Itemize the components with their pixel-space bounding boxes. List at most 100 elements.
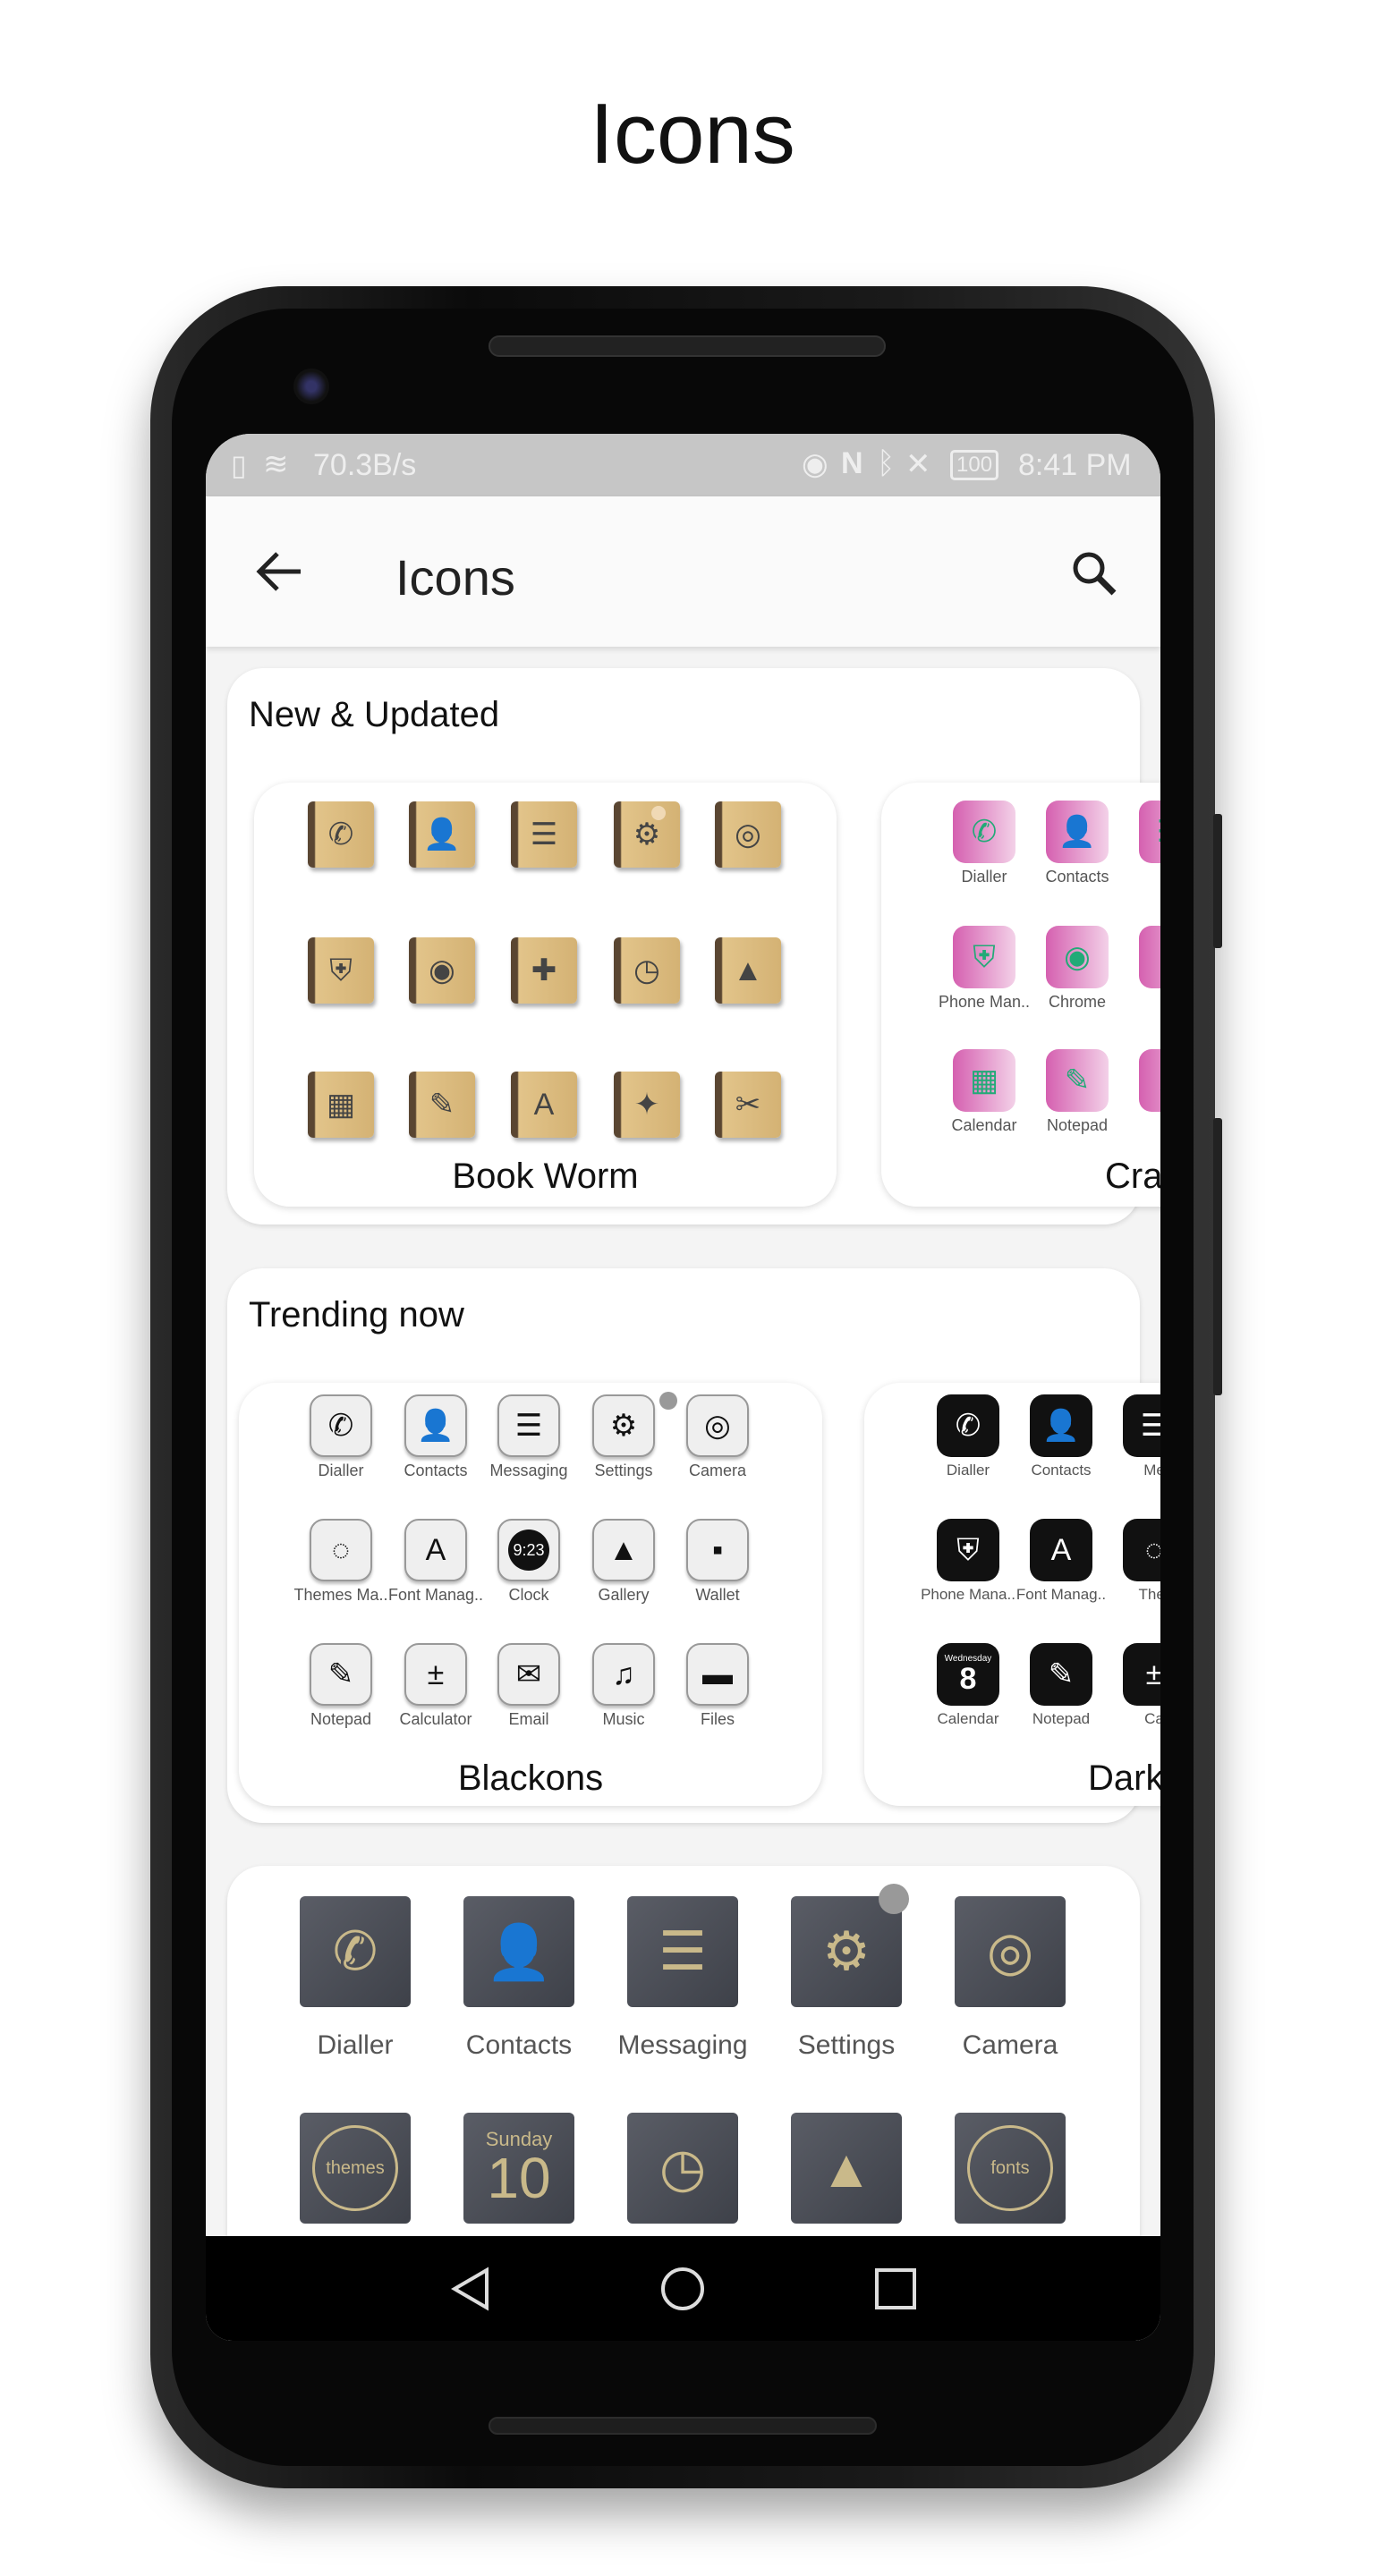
clock-icon: ◷ [627,2113,738,2224]
font-icon: A [511,1072,577,1138]
update-badge [879,1884,909,1914]
calculator-icon: ± [404,1643,467,1706]
icon-label: Ther [1138,1586,1160,1603]
update-badge [659,1392,677,1410]
calendar-wednesday-8-icon: Wednesday 8 [937,1643,999,1706]
power-button [1213,1118,1222,1395]
icon-label: Files [700,1710,735,1728]
messaging-icon: ☰ [1139,801,1160,863]
gamepad-icon: ✚ [511,937,577,1004]
shield-icon: ⛨ [308,937,374,1004]
app-bar: Icons [206,496,1160,647]
contacts-icon: 👤 [409,801,475,868]
notepad-icon: ✎ [1046,1049,1109,1112]
icon-label: Dialler [317,2030,394,2060]
camera-icon: ◎ [686,1394,749,1457]
themes-icon: themes [300,2113,411,2224]
recents-icon[interactable] [873,2267,918,2311]
wifi-icon: ≋ [263,447,289,481]
camera-icon: ◎ [955,1896,1066,2007]
earpiece-speaker [489,335,886,357]
icon-label: Camera [962,2030,1058,2060]
contacts-icon: 👤 [463,1896,574,2007]
shield-icon: ⛨ [953,926,1015,988]
messaging-icon: ☰ [627,1896,738,2007]
calendar-icon: ▦ [308,1072,374,1138]
icon-label: Fo [1090,1116,1160,1135]
page-title: Icons [590,86,795,182]
chrome-icon: ◉ [1046,926,1109,988]
shield-icon: ⛨ [937,1519,999,1581]
back-icon[interactable] [447,2265,496,2313]
gallery-icon: ▲ [592,1519,655,1581]
email-icon: ✉ [497,1643,560,1706]
icon-label: Settings [797,2030,896,2060]
bottom-speaker [489,2417,877,2435]
sim-alert-icon: ▯ [231,449,247,481]
theme-card-craft[interactable]: Craft ✆Dialler👤Contacts☰M⛨Phone Man..◉Ch… [881,783,1160,1207]
music-icon: ♫ [592,1643,655,1706]
theme-card-blackons[interactable]: Blackons ✆ Dialler 👤 Contacts ☰ Messaging ⚙ Set… [239,1383,822,1806]
gallery-icon: ▲ [791,2113,902,2224]
phone-icon: ✆ [953,801,1015,863]
contacts-icon: 👤 [1046,801,1109,863]
gallery-icon: ▲ [715,937,781,1004]
update-badge [651,806,666,820]
tools-icon: ✂ [715,1072,781,1138]
phone-icon: ✆ [310,1394,372,1457]
messaging-icon: ☰ [511,801,577,868]
theme-name: Blackons [457,1758,604,1798]
section-title: Trending now [249,1295,464,1335]
icon-label: Contacts [465,2030,573,2060]
calculator-icon: ± [1123,1643,1160,1706]
phone-icon: ✆ [937,1394,999,1457]
icon-label: Camera [688,1462,747,1479]
settings-icon: ⚙ [592,1394,655,1457]
settings-icon: ⚙ [791,1896,902,2007]
themes-icon: ◌ [310,1519,372,1581]
volume-button [1213,814,1222,948]
section-title: New & Updated [249,695,500,734]
theme-card-book-worm[interactable]: Book Worm ✆ 👤 ☰ ⚙ ◎ ⛨ ◉ ✚ ◷ ▲ ▦ ✎ A ✦ ✂ [254,783,837,1207]
font-icon: fonts [955,2113,1066,2224]
help-icon: ✦ [614,1072,680,1138]
nfc-icon: N [841,446,863,480]
font-icon: A [404,1519,467,1581]
home-icon[interactable] [659,2265,707,2313]
phone-screen: ▯ ≋ 70.3B/s ◉ N ᛒ ✕ 100 8:41 PM Icons Ne… [206,434,1160,2341]
notepad-icon: ✎ [409,1072,475,1138]
notepad-icon: ✎ [310,1643,372,1706]
contacts-icon: 👤 [404,1394,467,1457]
calendar-icon: ▦ [953,1049,1015,1112]
messaging-icon: ☰ [1123,1394,1160,1457]
mute-icon: ✕ [905,447,931,481]
phone-icon: ✆ [308,801,374,868]
phone-icon: ✆ [300,1896,411,2007]
icon-label: Messaging [617,2030,748,2060]
status-bar: ▯ ≋ 70.3B/s ◉ N ᛒ ✕ 100 8:41 PM [206,434,1160,496]
calendar-icon: Sunday 10 [463,2113,574,2224]
settings-icon: ⚙ [614,801,680,868]
theme-name: Book Worm [452,1157,639,1196]
network-speed: 70.3B/s [313,448,417,482]
font-icon: A [1030,1519,1092,1581]
battery-icon: 100 [950,450,999,480]
messaging-icon: ☰ [497,1394,560,1457]
themes-icon: ◌ [1123,1519,1160,1581]
files-icon: ▬ [686,1643,749,1706]
icon-label: Wallet [695,1586,740,1604]
chrome-icon: ◉ [409,937,475,1004]
theme-card-dark[interactable]: Dark ✆Dialler👤Contacts☰Me⛨Phone Mana..AF… [864,1383,1160,1806]
clock-time: 8:41 PM [1018,448,1132,482]
gallery-icon: ▲ [1139,926,1160,988]
arrow-left-icon[interactable] [254,550,304,593]
notepad-icon: ✎ [1030,1643,1092,1706]
camera-icon: ◎ [715,801,781,868]
font-icon: A [1139,1049,1160,1112]
bluetooth-icon: ᛒ [877,446,896,480]
icon-label: G [1090,993,1160,1012]
theme-name: Dark [1088,1758,1160,1798]
eye-icon: ◉ [802,447,828,481]
search-icon[interactable] [1069,548,1119,598]
clock-923-icon: 9:23 [497,1519,560,1581]
